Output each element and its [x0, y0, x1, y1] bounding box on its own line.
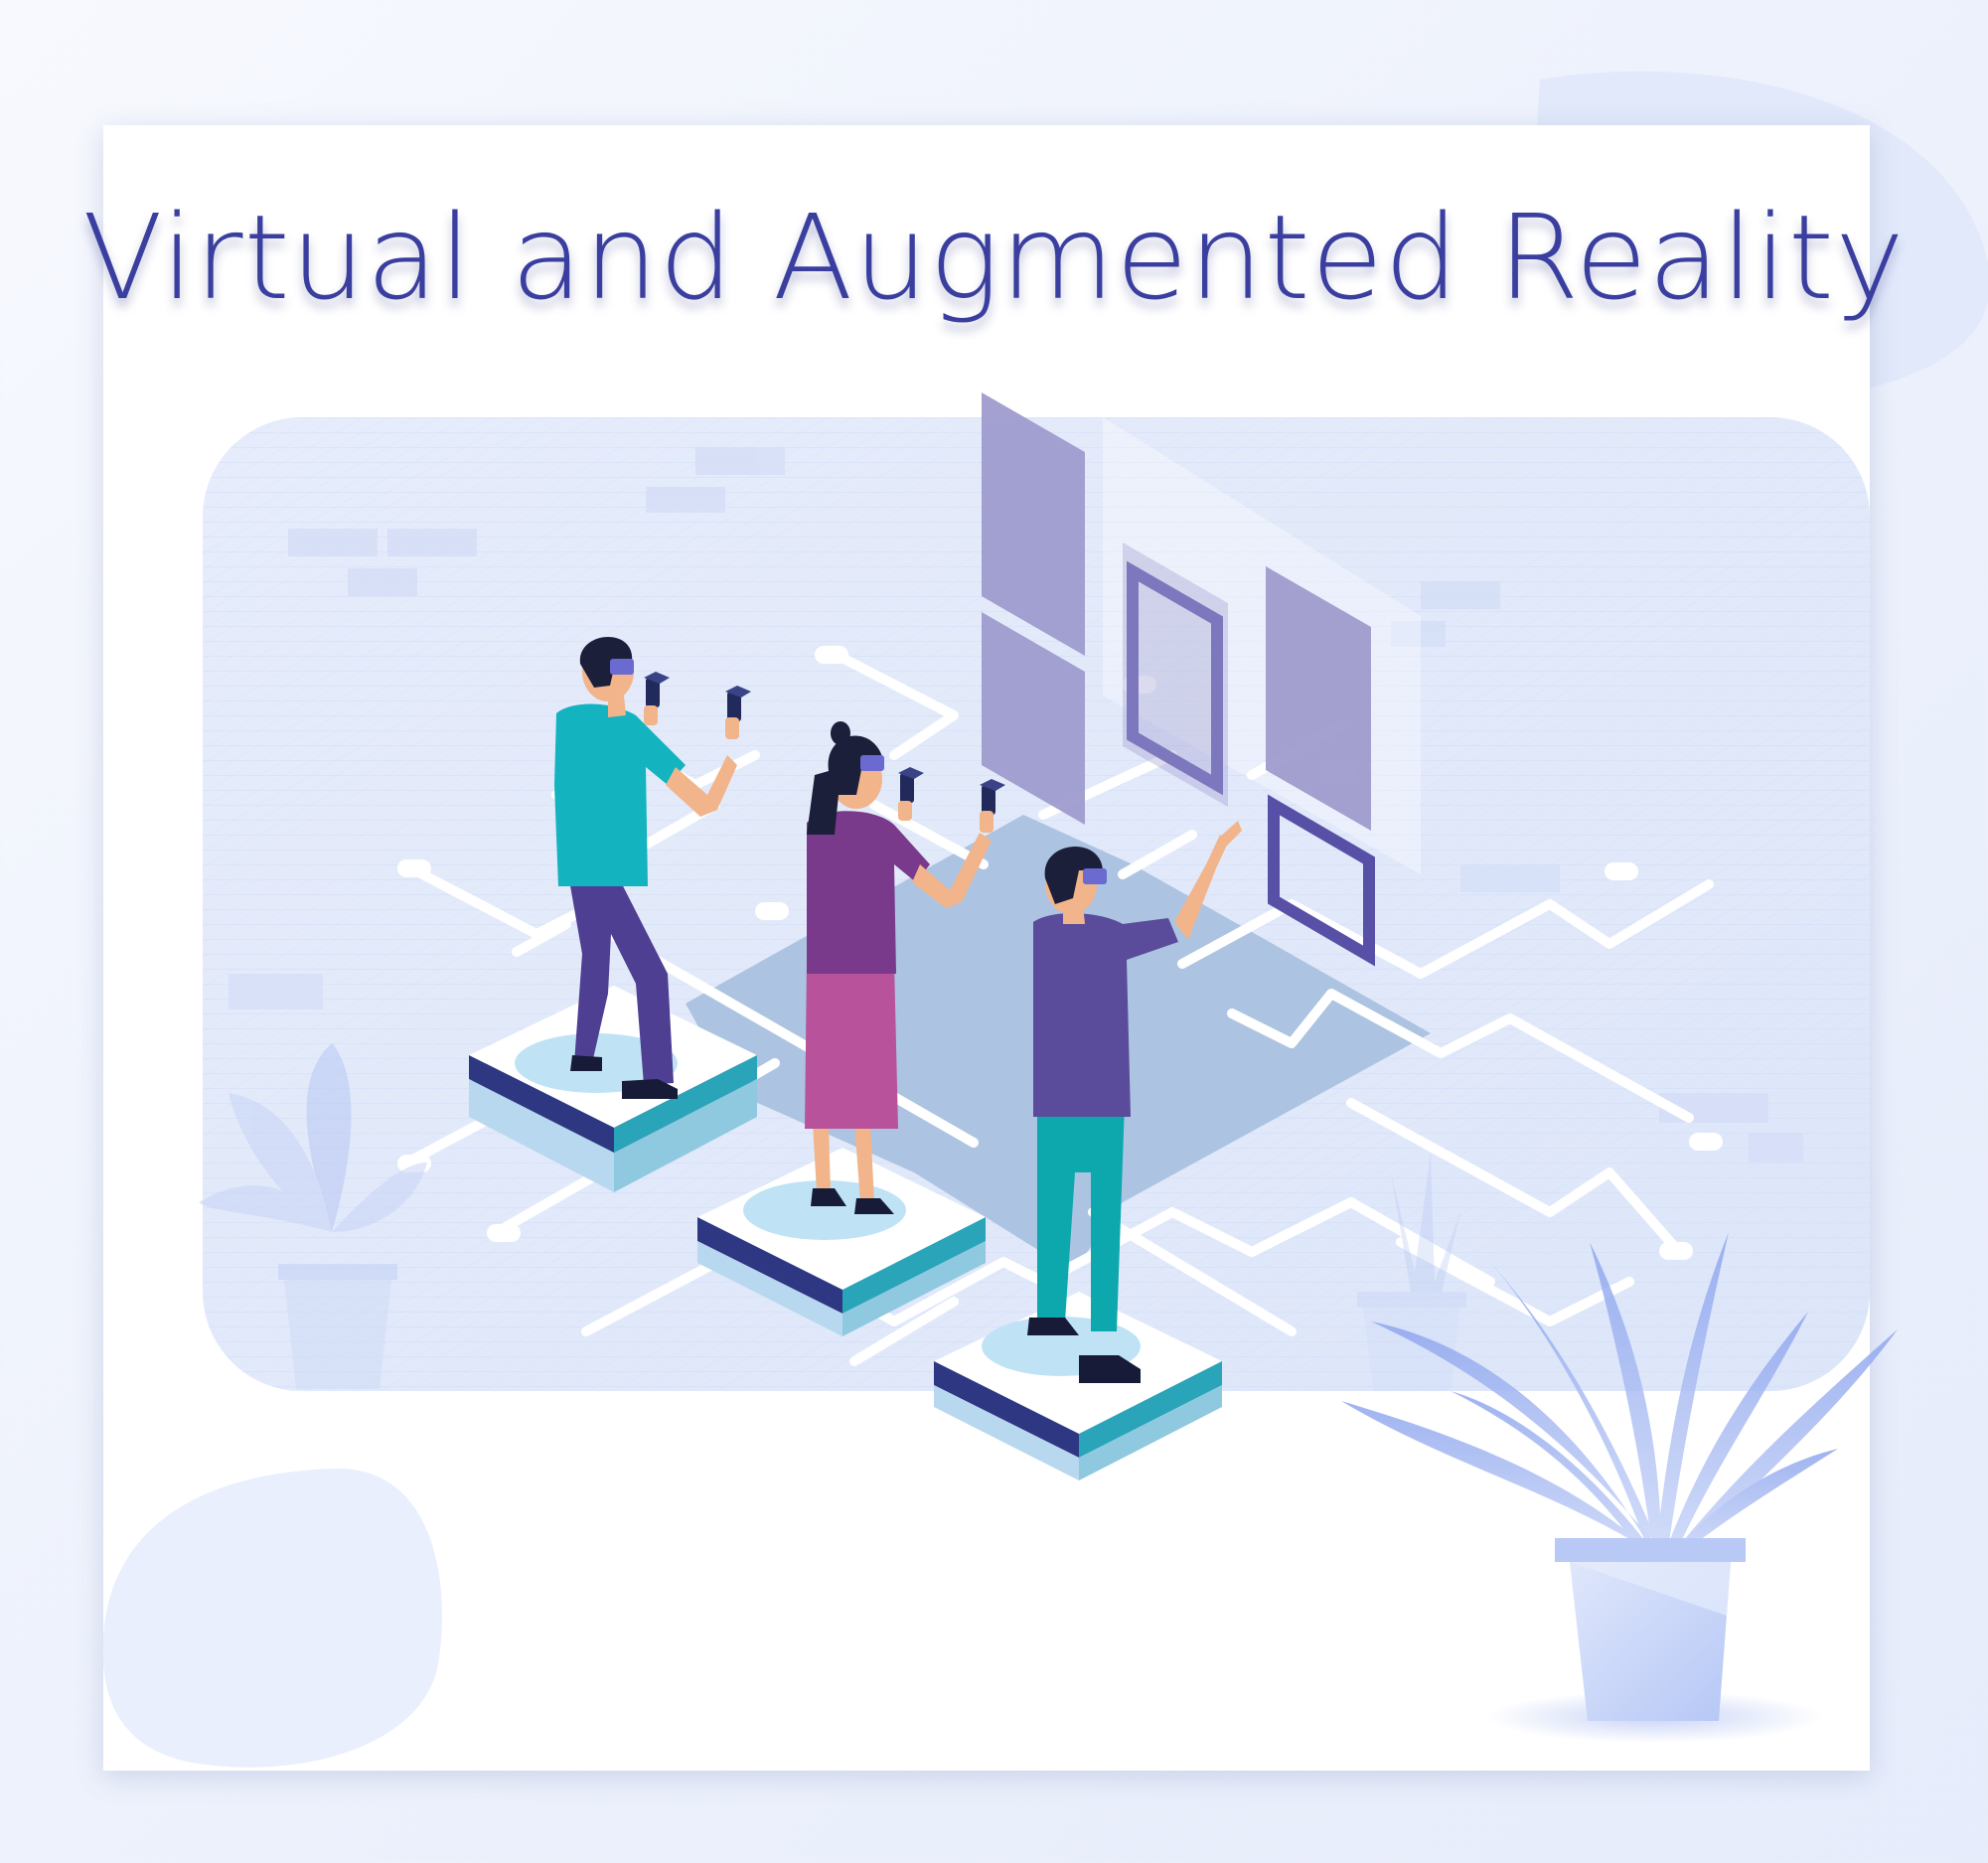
- background-blob-left: [102, 1469, 442, 1768]
- page-title: Virtual and Augmented Reality: [82, 189, 1906, 326]
- vr-headset-icon: [1083, 868, 1107, 884]
- vr-headset-icon: [860, 755, 884, 771]
- vr-headset-icon: [610, 659, 634, 675]
